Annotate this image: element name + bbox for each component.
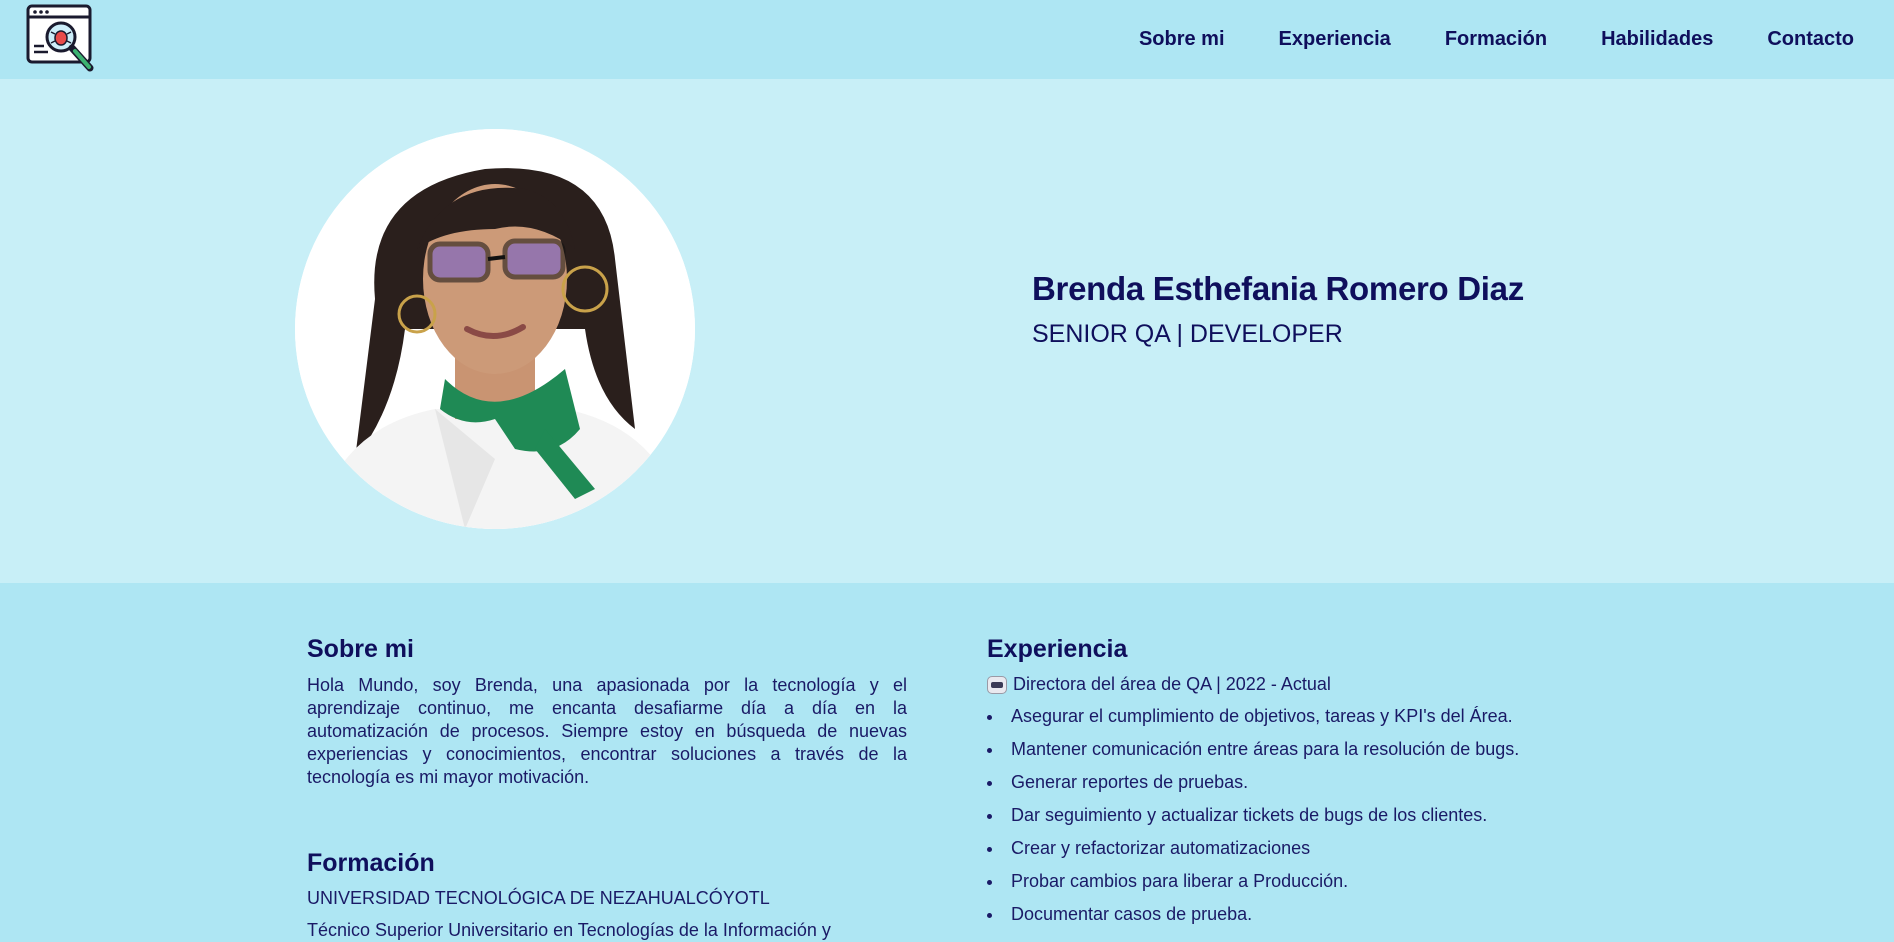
about-text: Hola Mundo, soy Brenda, una apasionada p…: [307, 675, 907, 787]
job-entry: Directora del área de QA | 2022 - Actual: [987, 674, 1607, 695]
about-title: Sobre mi: [307, 635, 414, 663]
nav-link-contacto[interactable]: Contacto: [1740, 28, 1854, 51]
profile-role: SENIOR QA | DEVELOPER: [1032, 320, 1343, 348]
nav-link-experiencia[interactable]: Experiencia: [1252, 28, 1418, 51]
bug-search-logo-icon[interactable]: [26, 4, 98, 76]
list-item: Crear y refactorizar automatizaciones: [987, 837, 1607, 860]
list-item: Documentar casos de prueba.: [987, 903, 1607, 926]
list-item: Mantener comunicación entre áreas para l…: [987, 738, 1607, 761]
experience-title: Experiencia: [987, 635, 1128, 663]
list-item: Probar cambios para liberar a Producción…: [987, 870, 1607, 893]
main-nav: Sobre mi Experiencia Formación Habilidad…: [1112, 0, 1854, 79]
hero-text: Brenda Esthefania Romero Diaz SENIOR QA …: [1032, 270, 1524, 349]
right-column: Experiencia Directora del área de QA | 2…: [987, 635, 1607, 936]
list-item: Dar seguimiento y actualizar tickets de …: [987, 804, 1607, 827]
profile-photo: [295, 129, 695, 529]
left-column: Sobre mi Hola Mundo, soy Brenda, una apa…: [307, 635, 907, 942]
profile-name: Brenda Esthefania Romero Diaz: [1032, 270, 1524, 307]
education-degree: Técnico Superior Universitario en Tecnol…: [307, 920, 831, 940]
nav-link-sobre-mi[interactable]: Sobre mi: [1112, 28, 1252, 51]
hero-section: Brenda Esthefania Romero Diaz SENIOR QA …: [0, 79, 1894, 583]
top-navbar: Sobre mi Experiencia Formación Habilidad…: [0, 0, 1894, 79]
education-title: Formación: [307, 849, 435, 877]
job-title: Directora del área de QA | 2022 - Actual: [1013, 674, 1331, 694]
list-item: Asegurar el cumplimiento de objetivos, t…: [987, 705, 1607, 728]
content-section: Sobre mi Hola Mundo, soy Brenda, una apa…: [0, 583, 1894, 941]
nav-link-habilidades[interactable]: Habilidades: [1574, 28, 1740, 51]
nav-link-formacion[interactable]: Formación: [1418, 28, 1574, 51]
duties-list: Asegurar el cumplimiento de objetivos, t…: [987, 705, 1607, 926]
list-item: Generar reportes de pruebas.: [987, 771, 1607, 794]
education-school: UNIVERSIDAD TECNOLÓGICA DE NEZAHUALCÓYOT…: [307, 888, 770, 908]
robot-icon: [987, 675, 1007, 694]
